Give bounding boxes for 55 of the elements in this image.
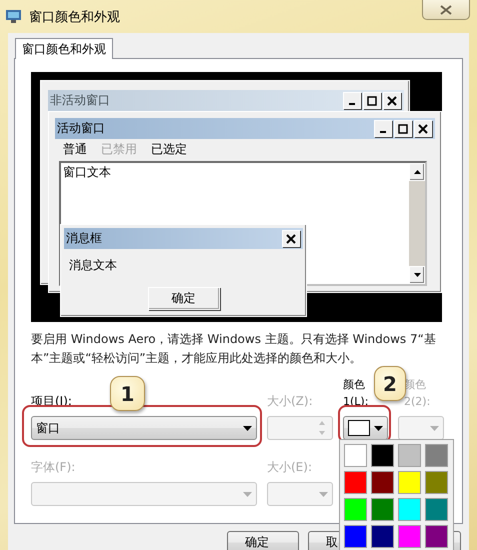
tab[interactable]: 窗口颜色和外观 <box>15 38 113 59</box>
dialog-button[interactable]: 确定 <box>227 531 299 550</box>
maximize-icon <box>398 124 408 134</box>
dropdown-arrow-icon <box>243 492 252 496</box>
item-dropdown[interactable]: 窗口 <box>31 416 257 440</box>
color-swatch[interactable] <box>398 471 421 494</box>
color-swatch[interactable] <box>398 498 421 521</box>
color-swatch[interactable] <box>344 471 367 494</box>
ok-button[interactable]: 确定 <box>148 287 220 310</box>
maximize-button[interactable] <box>394 120 412 137</box>
maximize-icon <box>367 96 377 106</box>
minimize-icon <box>349 102 355 104</box>
field-label: 大小(E): <box>267 459 312 476</box>
window-title: 活动窗口 <box>57 120 105 137</box>
close-icon <box>440 4 452 14</box>
scrollbar[interactable] <box>409 163 425 284</box>
window-text: 窗口文本 <box>63 165 111 179</box>
menu-item[interactable]: 普通 <box>63 141 87 157</box>
color-swatch[interactable] <box>371 498 394 521</box>
minimize-icon <box>380 130 386 132</box>
color-picker-button[interactable] <box>343 416 388 440</box>
dropdown-arrow-icon <box>319 492 328 496</box>
field-label: 大小(Z): <box>267 393 313 410</box>
color-swatch[interactable] <box>344 498 367 521</box>
dropdown-arrow-icon <box>430 426 439 430</box>
dropdown-arrow-icon <box>243 426 252 430</box>
window-title: 消息框 <box>66 230 102 247</box>
close-icon <box>387 96 397 106</box>
color-swatch[interactable] <box>344 444 367 467</box>
description-text: 要启用 Windows Aero，请选择 Windows 主题。只有选择 Windows 7“基本”主题或“轻松访问”主题，才能应用此处选择的颜色和大小。 <box>31 331 437 367</box>
color-swatch[interactable] <box>398 444 421 467</box>
window-title: 非活动窗口 <box>50 92 110 109</box>
app-icon <box>6 10 21 23</box>
callout-badge: 1 <box>110 376 145 411</box>
minimize-button[interactable] <box>374 120 392 137</box>
color-swatch[interactable] <box>425 444 448 467</box>
color-swatch[interactable] <box>425 498 448 521</box>
color-swatch[interactable] <box>398 525 421 548</box>
field-label: 字体(F): <box>31 459 76 476</box>
color-swatch[interactable] <box>371 471 394 494</box>
window-title: 窗口颜色和外观 <box>29 8 120 26</box>
close-icon <box>418 124 428 134</box>
callout-badge: 2 <box>374 366 406 401</box>
menu-item[interactable]: 已选定 <box>151 141 187 157</box>
minimize-button[interactable] <box>343 92 361 109</box>
color-swatch[interactable] <box>425 471 448 494</box>
message-text: 消息文本 <box>68 257 118 274</box>
color-swatch[interactable] <box>425 525 448 548</box>
dropdown-arrow-icon <box>374 426 383 430</box>
color-swatch[interactable] <box>371 444 394 467</box>
close-icon <box>286 234 296 244</box>
color-swatch[interactable] <box>344 525 367 548</box>
color-swatch[interactable] <box>371 525 394 548</box>
dropdown-value: 窗口 <box>36 420 60 436</box>
maximize-button[interactable] <box>363 92 381 109</box>
